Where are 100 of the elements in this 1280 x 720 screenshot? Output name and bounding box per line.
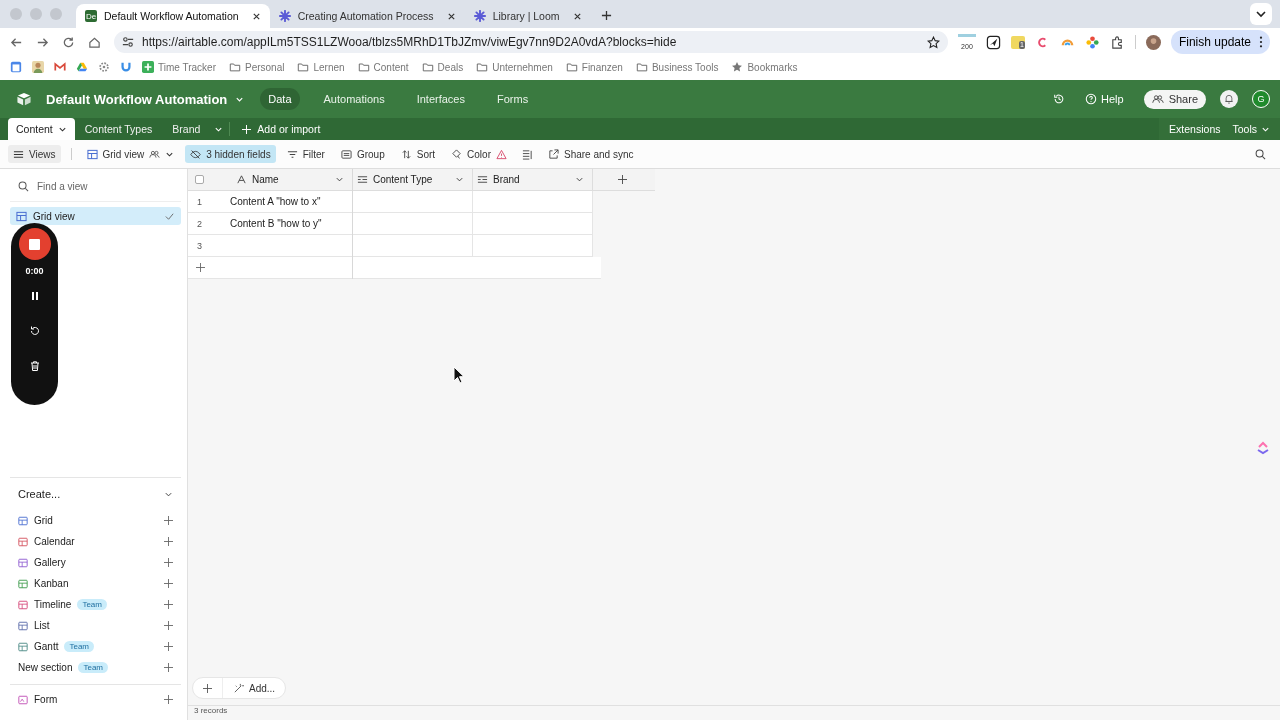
hidden-fields-button[interactable]: 3 hidden fields	[185, 145, 276, 163]
row-height-icon[interactable]	[521, 148, 533, 160]
mouse-pointer-icon	[453, 366, 465, 384]
bookmark[interactable]: Lernen	[297, 61, 345, 73]
share-button[interactable]: Share	[1143, 89, 1206, 109]
gear-icon[interactable]	[98, 61, 110, 73]
create-view-item[interactable]: Gantt Team	[18, 636, 173, 657]
filter-icon	[286, 148, 298, 160]
view-switcher-button[interactable]: Grid view	[81, 145, 180, 163]
more-icon[interactable]	[1259, 36, 1263, 48]
search-icon[interactable]	[1255, 148, 1266, 160]
cube-logo-icon[interactable]	[16, 92, 32, 106]
close-icon[interactable]	[446, 11, 456, 21]
record-count: 3 records	[194, 706, 228, 715]
table-tab[interactable]: Content	[8, 118, 75, 140]
create-view-item[interactable]: New section Team	[18, 657, 173, 678]
group-icon	[340, 148, 352, 160]
grid-icon	[16, 210, 27, 222]
reload-icon[interactable]	[62, 35, 75, 49]
group-button[interactable]: Group	[335, 145, 390, 163]
create-view-item[interactable]: Timeline Team	[18, 594, 173, 615]
create-view-item[interactable]: Grid	[18, 510, 173, 531]
external-link-icon	[547, 148, 559, 160]
stop-recording-button[interactable]	[18, 228, 51, 260]
form-view-icon	[18, 694, 28, 705]
views-button[interactable]: Views	[8, 145, 61, 163]
magic-wand-icon	[233, 682, 244, 694]
pinwheel-icon[interactable]	[1084, 34, 1100, 50]
create-view-item[interactable]: Kanban	[18, 573, 173, 594]
site-settings-icon[interactable]	[122, 36, 134, 48]
restart-icon[interactable]	[28, 325, 41, 337]
plus-icon	[164, 600, 173, 609]
browser-tab[interactable]: De Default Workflow Automation	[76, 4, 270, 28]
view-list-item[interactable]: Grid view	[10, 207, 181, 225]
finish-update-button[interactable]: Finish update	[1170, 30, 1270, 54]
table-tab[interactable]: Brand	[162, 118, 211, 140]
bookmark[interactable]: Deals	[421, 61, 464, 73]
send-icon[interactable]	[985, 34, 1001, 50]
history-icon[interactable]	[1053, 93, 1065, 105]
bookmark[interactable]: Bookmarks	[731, 61, 798, 73]
drive-icon[interactable]	[76, 61, 88, 73]
base-title[interactable]: Default Workflow Automation	[46, 91, 228, 107]
bookmark[interactable]: Content	[357, 61, 409, 73]
extensions-icon[interactable]	[1109, 34, 1125, 50]
sort-button[interactable]: Sort	[395, 145, 441, 163]
bookmark-star-icon[interactable]	[926, 35, 940, 49]
user-avatar[interactable]: G	[1252, 90, 1270, 108]
gantt-view-icon	[18, 641, 28, 652]
table-tab[interactable]: Content Types	[74, 118, 163, 140]
nav-tab[interactable]: Interfaces	[408, 88, 473, 110]
home-icon[interactable]	[88, 35, 101, 49]
bookmark[interactable]: Personal	[228, 61, 285, 73]
bookmark[interactable]: Time Tracker	[142, 61, 216, 73]
create-heading: Create...	[18, 488, 61, 500]
row-number: 3	[196, 240, 203, 251]
create-view-item[interactable]: List	[18, 615, 173, 636]
horseshoe-icon[interactable]	[120, 61, 132, 73]
column-header[interactable]: Content Type	[353, 169, 473, 190]
create-view-item[interactable]: Form	[18, 689, 173, 710]
calendar-app-icon[interactable]	[10, 61, 22, 73]
calendar-view-icon	[18, 536, 28, 547]
add-row-icon[interactable]	[196, 263, 205, 272]
nav-tab[interactable]: Forms	[489, 88, 537, 110]
address-bar[interactable]: https://airtable.com/appILm5TSS1LZWooa/tblzs5MRhD1TbJZmv/viwEgv7nn9D2A0vdA?blocks=hide	[114, 31, 948, 53]
add-or-import-button[interactable]: Add or import	[236, 118, 327, 140]
paint-bucket-icon	[451, 148, 463, 160]
table-cell[interactable]: Content B "how to y"	[230, 218, 322, 229]
create-view-item[interactable]: Gallery	[18, 552, 173, 573]
tab-search-icon[interactable]	[1250, 3, 1272, 25]
bookmark[interactable]: Unternehmen	[476, 61, 553, 73]
grid-view-icon	[18, 515, 28, 526]
nav-tab[interactable]: Data	[260, 88, 300, 110]
text-field-icon	[236, 174, 247, 185]
extensions-button[interactable]: Extensions	[1163, 118, 1227, 140]
close-icon[interactable]	[251, 11, 261, 21]
help-button[interactable]: Help	[1079, 92, 1130, 106]
chevron-down-icon	[575, 175, 584, 184]
trash-icon[interactable]	[28, 360, 41, 372]
select-all-checkbox[interactable]	[195, 175, 204, 184]
profile-avatar-icon[interactable]	[1145, 34, 1161, 50]
color-button[interactable]: Color	[446, 145, 512, 163]
column-header[interactable]: Brand	[473, 169, 593, 190]
create-view-item[interactable]: Calendar	[18, 531, 173, 552]
plus-icon	[164, 663, 173, 672]
filter-button[interactable]: Filter	[281, 145, 330, 163]
new-tab-icon[interactable]	[600, 10, 612, 21]
close-icon[interactable]	[572, 11, 582, 21]
bookmark[interactable]: Finanzen	[565, 61, 623, 73]
table-cell[interactable]: Content A "how to x"	[230, 196, 321, 207]
person-avatar-icon[interactable]	[32, 61, 44, 73]
find-view-field[interactable]: Find a view	[35, 180, 159, 193]
mail-icon[interactable]	[54, 61, 66, 73]
browser-tab[interactable]: Library | Loom	[464, 4, 591, 28]
notifications-icon[interactable]	[1220, 90, 1238, 108]
nav-tab[interactable]: Automations	[315, 88, 393, 110]
bookmark[interactable]: Business Tools	[635, 61, 719, 73]
tools-button[interactable]: Tools	[1226, 118, 1276, 140]
share-and-sync-button[interactable]: Share and sync	[542, 145, 639, 163]
folder-icon	[635, 61, 648, 73]
browser-tab[interactable]: Creating Automation Process	[269, 4, 465, 28]
